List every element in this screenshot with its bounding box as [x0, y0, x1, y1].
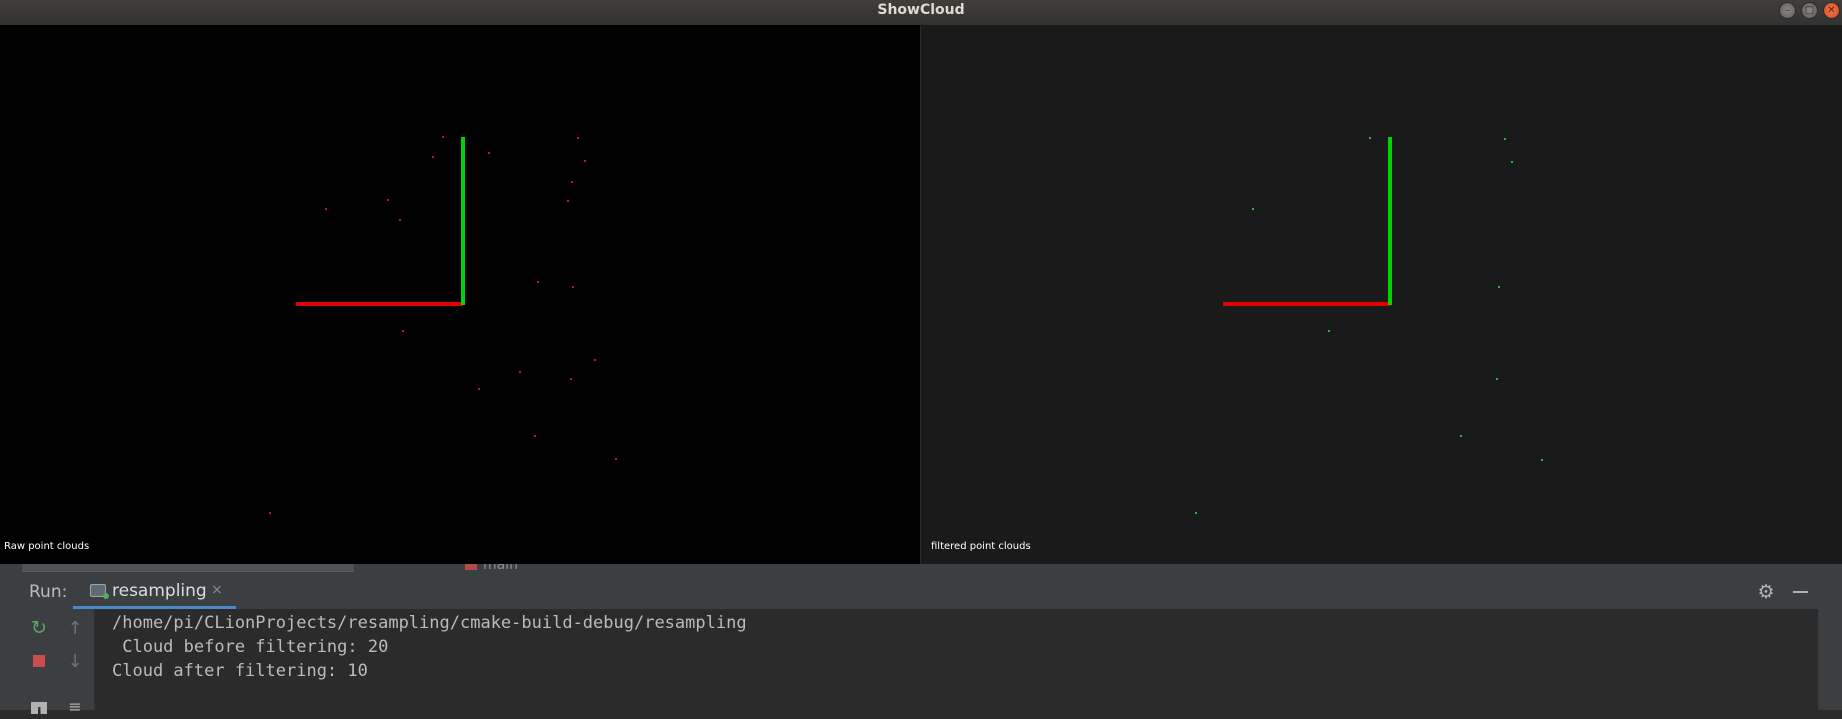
close-tab-icon[interactable]: ×	[211, 582, 223, 598]
point	[577, 137, 579, 139]
point	[488, 152, 490, 154]
point	[519, 371, 521, 373]
stop-icon[interactable]	[28, 650, 50, 672]
run-label: Run:	[29, 582, 68, 602]
window-controls: – □ ✕	[1779, 2, 1840, 20]
window-titlebar[interactable]: ShowCloud – □ ✕	[0, 0, 1842, 26]
maximize-window-button[interactable]: □	[1801, 2, 1818, 19]
horizontal-scrollbar[interactable]	[22, 564, 354, 572]
editor-tab-label: main	[483, 564, 518, 573]
point	[571, 181, 573, 183]
point	[1252, 208, 1254, 210]
file-icon	[465, 564, 477, 570]
console-line-after: Cloud after filtering: 10	[112, 661, 368, 681]
point	[594, 359, 596, 361]
point	[572, 286, 574, 288]
run-config-icon	[90, 584, 109, 599]
raw-cloud-canvas[interactable]	[0, 25, 920, 564]
point	[584, 160, 586, 162]
filtered-points	[1195, 137, 1543, 514]
close-window-button[interactable]: ✕	[1823, 2, 1840, 19]
point	[537, 281, 539, 283]
point	[1369, 137, 1371, 139]
point	[534, 435, 536, 437]
console-line-path: /home/pi/CLionProjects/resampling/cmake-…	[112, 613, 747, 633]
raw-points	[269, 136, 617, 514]
console-output[interactable]: /home/pi/CLionProjects/resampling/cmake-…	[95, 609, 1818, 710]
layout-icon[interactable]	[28, 697, 50, 719]
arrow-down-icon[interactable]: ↓	[64, 650, 86, 672]
point	[1511, 161, 1513, 163]
raw-cloud-caption: Raw point clouds	[4, 541, 90, 552]
editor-tab-main[interactable]: main	[465, 564, 525, 573]
run-actions-gutter: ↻ ↑ ↓ ≡	[22, 609, 95, 716]
rerun-icon[interactable]: ↻	[28, 617, 50, 639]
point	[269, 512, 271, 514]
point	[387, 199, 389, 201]
point	[1541, 459, 1543, 461]
point	[402, 330, 404, 332]
point	[1195, 512, 1197, 514]
run-toolbar: Run: resampling × ⚙	[0, 574, 1842, 610]
point	[1498, 286, 1500, 288]
point	[432, 156, 434, 158]
point	[1496, 378, 1498, 380]
gear-icon[interactable]: ⚙	[1756, 582, 1776, 602]
soft-wrap-icon[interactable]: ≡	[64, 695, 86, 717]
point	[570, 378, 572, 380]
point	[399, 219, 401, 221]
editor-tab-strip: main	[0, 564, 1842, 574]
point	[615, 458, 617, 460]
minimize-window-button[interactable]: –	[1779, 2, 1796, 19]
minimize-icon[interactable]	[1790, 582, 1810, 602]
raw-cloud-viewport[interactable]: Raw point clouds	[0, 25, 920, 564]
filtered-cloud-viewport[interactable]: filtered point clouds	[921, 25, 1842, 564]
left-tool-strip	[0, 609, 22, 710]
point	[478, 388, 480, 390]
point	[1460, 435, 1462, 437]
vertical-scrollbar[interactable]	[1818, 609, 1842, 710]
run-tab-resampling[interactable]: resampling ×	[73, 574, 236, 609]
point	[442, 136, 444, 138]
point	[567, 200, 569, 202]
point	[1504, 138, 1506, 140]
point	[325, 208, 327, 210]
filtered-cloud-caption: filtered point clouds	[931, 541, 1031, 552]
filtered-cloud-canvas[interactable]	[921, 25, 1842, 564]
console-line-before: Cloud before filtering: 20	[112, 637, 389, 657]
run-tab-label: resampling	[112, 581, 207, 601]
arrow-up-icon[interactable]: ↑	[64, 617, 86, 639]
point	[1328, 330, 1330, 332]
window-title: ShowCloud	[877, 2, 965, 18]
